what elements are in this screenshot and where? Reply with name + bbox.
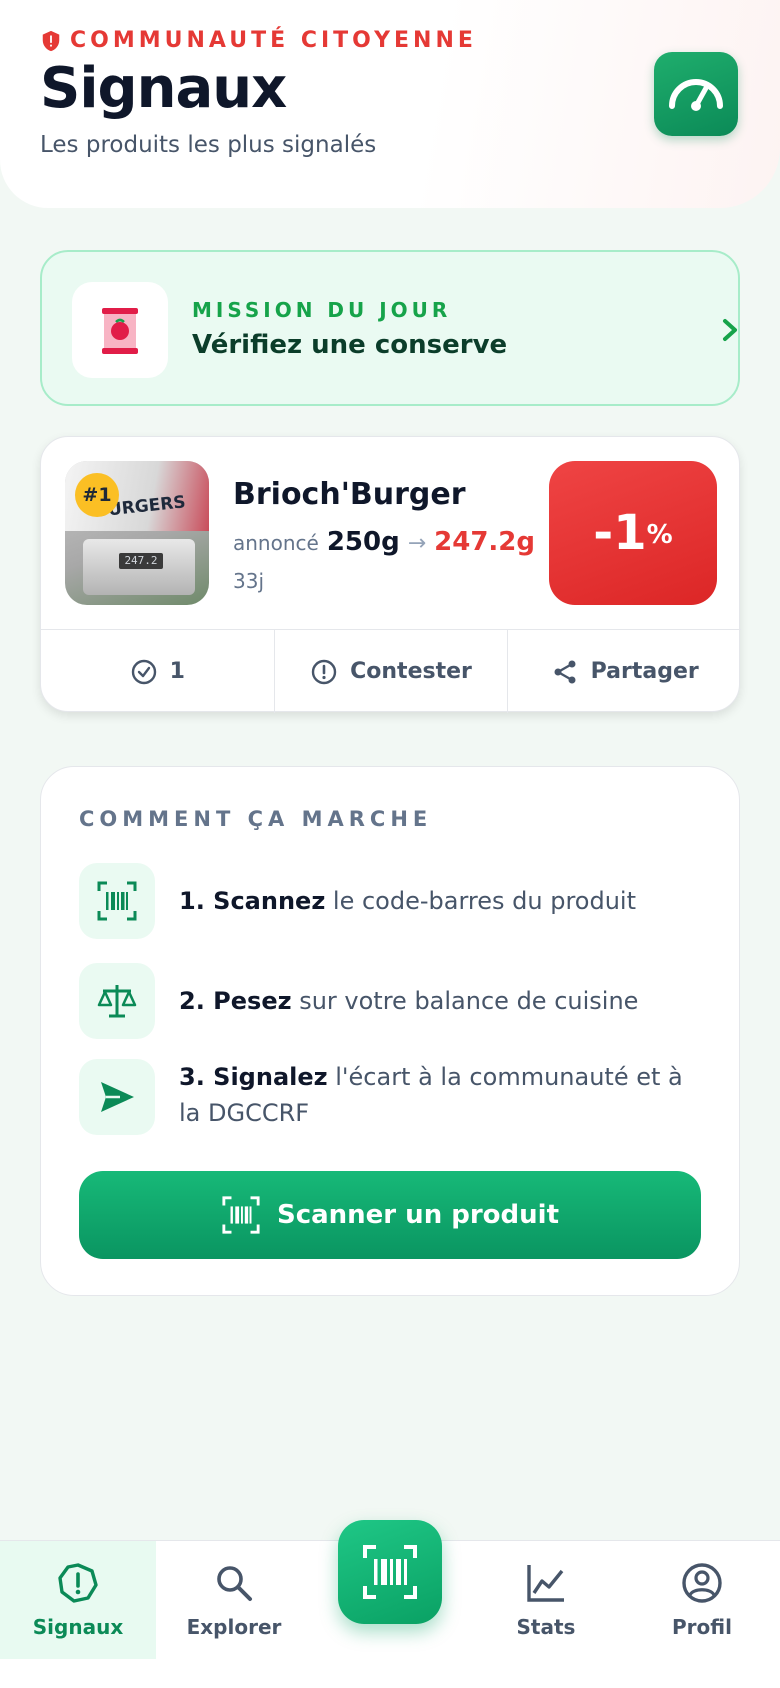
scan-product-label: Scanner un produit [276, 1200, 560, 1230]
tab-explorer[interactable]: Explorer [156, 1541, 312, 1659]
send-icon [101, 1082, 134, 1112]
rank-badge: #1 [75, 473, 119, 517]
tab-signaux[interactable]: Signaux [0, 1541, 156, 1659]
alert-circle-icon [58, 1563, 98, 1603]
card-actions: 1 Contester Partager [41, 629, 741, 713]
contest-button[interactable]: Contester [273, 630, 508, 713]
difference-badge: -1 % [549, 461, 717, 605]
mission-text: Vérifiez une conserve [192, 330, 508, 360]
thumbnail-scale-display: 247.2 [119, 553, 163, 569]
measured-weight: 247.2g [434, 527, 536, 557]
tab-stats[interactable]: Stats [468, 1541, 624, 1659]
confirm-count: 1 [169, 659, 185, 684]
how-it-works-card: COMMENT ÇA MARCHE 1. Scannez le code-bar… [40, 766, 740, 1296]
user-circle-icon [682, 1563, 722, 1603]
tomato-can-icon [102, 308, 138, 354]
step-bold: 3. Signalez [179, 1063, 328, 1091]
mission-label: MISSION DU JOUR [192, 298, 452, 322]
step-text: 1. Scannez le code-barres du produit [179, 883, 709, 919]
tab-profil[interactable]: Profil [624, 1541, 780, 1659]
tab-label: Signaux [32, 1615, 124, 1639]
step-icon [79, 963, 155, 1039]
share-button[interactable]: Partager [507, 630, 741, 713]
page-title: Signaux [40, 56, 287, 121]
step-bold: 2. Pesez [179, 987, 292, 1015]
difference-unit: % [646, 520, 673, 550]
weights-row: annoncé 250g → 247.2g [233, 527, 535, 557]
shield-alert-icon [42, 30, 60, 51]
share-icon [554, 660, 576, 683]
scan-fab-button[interactable] [338, 1520, 442, 1624]
balance-scale-icon [97, 985, 137, 1018]
barcode-scan-icon [363, 1545, 417, 1599]
chart-line-icon [527, 1565, 564, 1602]
speedometer-button[interactable] [654, 52, 738, 136]
step-text: 2. Pesez sur votre balance de cuisine [179, 983, 709, 1019]
eyebrow-text: COMMUNAUTÉ CITOYENNE [70, 28, 477, 53]
eyebrow: COMMUNAUTÉ CITOYENNE [40, 28, 477, 53]
mission-icon [72, 282, 168, 378]
step-rest: le code-barres du produit [325, 887, 637, 915]
arrow-icon: → [407, 531, 427, 556]
step-icon [79, 1059, 155, 1135]
search-icon [217, 1566, 252, 1601]
chevron-right-icon [723, 319, 737, 341]
confirm-button[interactable]: 1 [41, 630, 274, 713]
thumbnail-scale: 247.2 [83, 539, 195, 595]
step-icon [79, 863, 155, 939]
how-it-works-title: COMMENT ÇA MARCHE [79, 807, 433, 831]
barcode-scan-icon [97, 881, 137, 921]
announced-weight: 250g [326, 527, 400, 557]
tab-label: Profil [672, 1615, 732, 1639]
product-thumbnail: BURGERS 247.2 #1 [65, 461, 209, 605]
product-name: Brioch'Burger [233, 477, 466, 512]
speedometer-icon [669, 79, 723, 111]
tab-label: Explorer [186, 1615, 282, 1639]
step-rest: sur votre balance de cuisine [291, 987, 639, 1015]
contest-label: Contester [350, 659, 472, 684]
step-bold: 1. Scannez [179, 887, 326, 915]
tab-label: Stats [516, 1615, 576, 1639]
step-text: 3. Signalez l'écart à la communauté et à… [179, 1059, 709, 1131]
share-label: Partager [590, 659, 699, 684]
daily-mission-card[interactable]: MISSION DU JOUR Vérifiez une conserve [40, 250, 740, 406]
alert-circle-icon [311, 659, 337, 684]
difference-value: -1 [593, 505, 647, 561]
header: COMMUNAUTÉ CITOYENNE Signaux Les produit… [0, 0, 780, 208]
check-circle-icon [131, 659, 156, 684]
report-age: 33j [233, 569, 265, 593]
top-report-card[interactable]: BURGERS 247.2 #1 Brioch'Burger annoncé 2… [40, 436, 741, 713]
page-subtitle: Les produits les plus signalés [40, 132, 377, 158]
barcode-scan-icon [222, 1196, 260, 1234]
announced-label: annoncé [233, 531, 319, 555]
scan-product-button[interactable]: Scanner un produit [79, 1171, 701, 1259]
